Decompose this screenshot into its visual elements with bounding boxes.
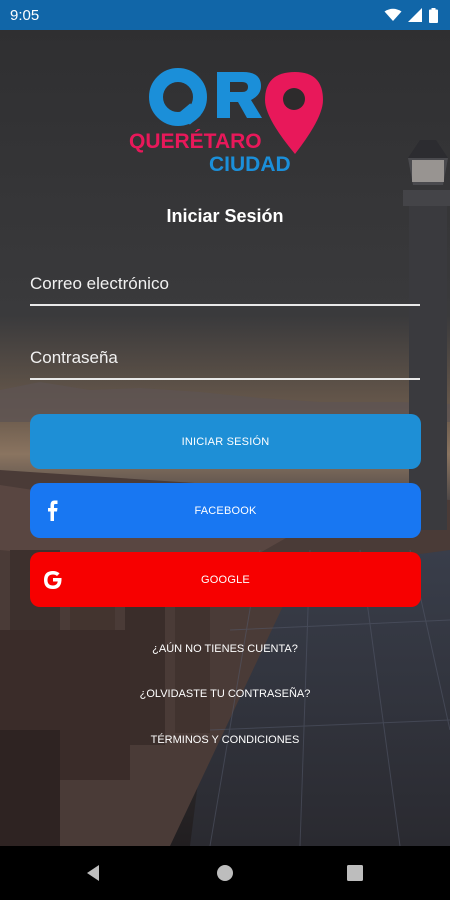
battery-icon xyxy=(429,7,438,23)
qro-logo: QUERÉTARO CIUDAD xyxy=(125,62,325,177)
logo-line2: CIUDAD xyxy=(209,153,291,176)
recents-icon[interactable] xyxy=(345,863,365,883)
home-icon[interactable] xyxy=(215,863,235,883)
status-bar: 9:05 xyxy=(0,0,450,30)
login-button-label: INICIAR SESIÓN xyxy=(181,435,270,448)
google-button[interactable]: GOOGLE xyxy=(30,552,421,607)
google-button-label: GOOGLE xyxy=(201,573,250,586)
back-icon[interactable] xyxy=(84,863,104,883)
register-link[interactable]: ¿AÚN NO TIENES CUENTA? xyxy=(0,643,450,655)
terms-link[interactable]: TÉRMINOS Y CONDICIONES xyxy=(0,734,450,746)
status-time: 9:05 xyxy=(10,6,40,24)
navigation-bar xyxy=(0,846,450,900)
wifi-icon xyxy=(384,8,402,21)
facebook-button[interactable]: FACEBOOK xyxy=(30,483,421,538)
status-icons xyxy=(384,7,438,23)
login-button[interactable]: INICIAR SESIÓN xyxy=(30,414,421,469)
google-icon xyxy=(44,571,62,589)
signal-icon xyxy=(408,8,422,22)
logo-line1: QUERÉTARO xyxy=(129,130,262,153)
page-title: Iniciar Sesión xyxy=(166,206,284,226)
password-field[interactable] xyxy=(30,338,420,380)
forgot-password-link[interactable]: ¿OLVIDASTE TU CONTRASEÑA? xyxy=(0,688,450,700)
facebook-icon xyxy=(48,500,58,521)
facebook-button-label: FACEBOOK xyxy=(194,504,257,517)
email-field[interactable] xyxy=(30,264,420,306)
